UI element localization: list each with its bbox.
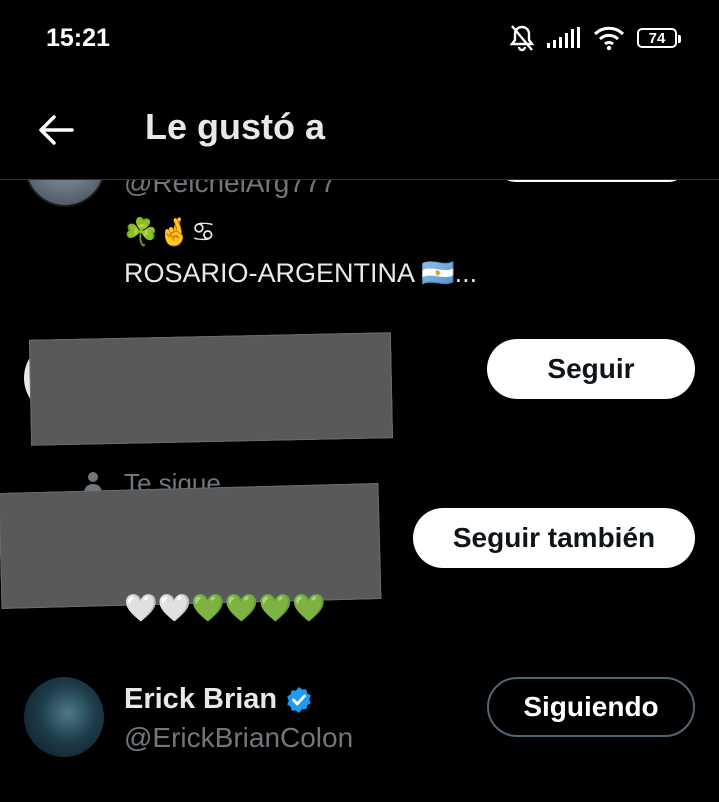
user-bio-emoji: ☘️🤞♋ — [124, 217, 216, 247]
status-bar: 15:21 74 — [0, 0, 719, 80]
avatar[interactable] — [24, 180, 106, 207]
follow-button[interactable]: Seguir — [487, 339, 695, 399]
redaction-box — [0, 483, 382, 609]
likers-list[interactable]: @ReichelArg777 ☘️🤞♋ ROSARIO-ARGENTINA 🇦🇷… — [0, 180, 719, 802]
user-name[interactable]: Erick Brian — [124, 683, 277, 716]
avatar[interactable] — [24, 677, 104, 757]
top-app-bar: Le gustó a — [0, 80, 719, 180]
bell-muted-icon — [509, 25, 535, 52]
user-handle[interactable]: @ErickBrianColon — [124, 722, 353, 754]
status-time: 15:21 — [46, 24, 110, 52]
follow-button[interactable] — [495, 180, 689, 182]
follow-back-button[interactable]: Seguir también — [413, 508, 695, 568]
signal-icon — [547, 27, 580, 48]
wifi-icon — [593, 26, 625, 51]
user-bio-emoji: 🤍🤍💚💚💚💚 — [124, 593, 326, 623]
following-button[interactable]: Siguiendo — [487, 677, 695, 737]
user-handle[interactable]: @ReichelArg777 — [124, 180, 336, 199]
redaction-box — [28, 332, 394, 446]
back-arrow-icon[interactable] — [34, 108, 78, 152]
status-icons: 74 — [509, 24, 681, 52]
verified-badge-icon — [287, 686, 311, 713]
page-title: Le gustó a — [145, 106, 326, 147]
user-bio: ROSARIO-ARGENTINA 🇦🇷... — [124, 258, 478, 288]
battery-indicator: 74 — [637, 28, 681, 48]
user-name-row[interactable]: Erick Brian — [124, 683, 313, 716]
